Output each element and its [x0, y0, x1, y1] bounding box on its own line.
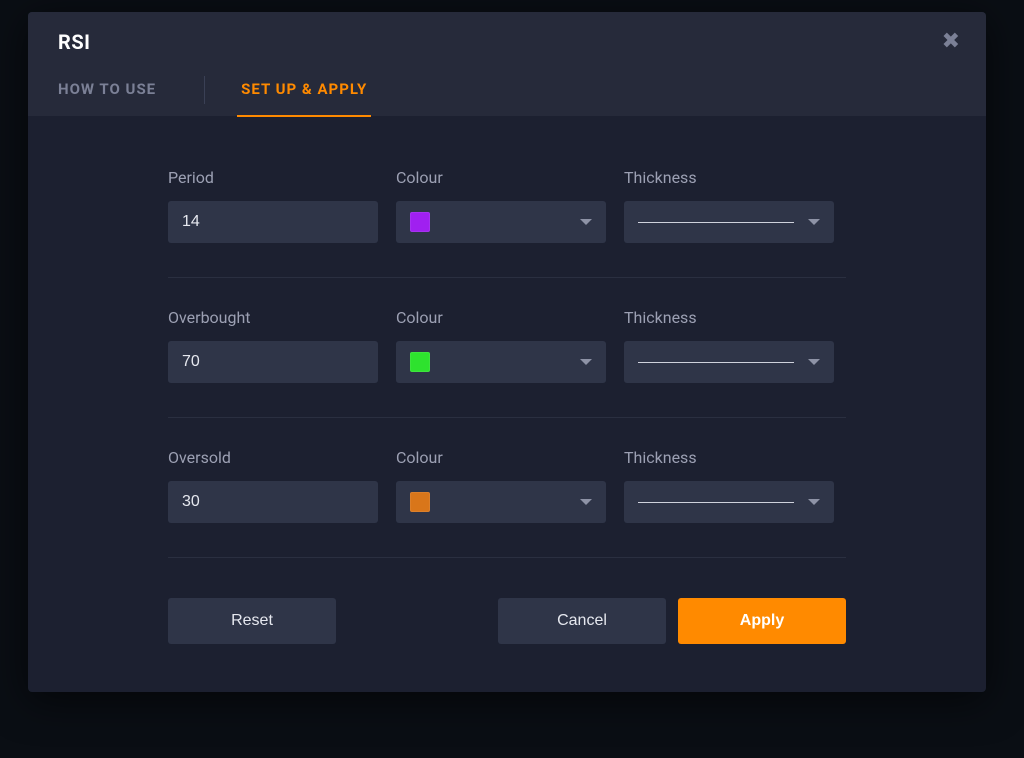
- modal-header: RSI ✖ HOW TO USE SET UP & APPLY: [28, 12, 986, 116]
- thickness-preview-line: [638, 222, 794, 223]
- close-icon[interactable]: ✖: [942, 31, 960, 53]
- footer-buttons: Reset Cancel Apply: [168, 598, 846, 644]
- tab-bar: HOW TO USE SET UP & APPLY: [28, 54, 986, 116]
- tab-how-to-use[interactable]: HOW TO USE: [58, 64, 156, 116]
- overbought-thickness-label: Thickness: [624, 308, 834, 327]
- oversold-thickness-select[interactable]: [624, 481, 834, 523]
- period-input[interactable]: [168, 201, 378, 243]
- rsi-settings-modal: RSI ✖ HOW TO USE SET UP & APPLY Period C…: [28, 12, 986, 692]
- period-thickness-label: Thickness: [624, 168, 834, 187]
- overbought-colour-select[interactable]: [396, 341, 606, 383]
- overbought-input[interactable]: [168, 341, 378, 383]
- tab-set-up-apply[interactable]: SET UP & APPLY: [241, 64, 367, 116]
- divider: [168, 557, 846, 558]
- cancel-button[interactable]: Cancel: [498, 598, 666, 644]
- overbought-colour-swatch: [410, 352, 430, 372]
- overbought-thickness-select[interactable]: [624, 341, 834, 383]
- modal-title: RSI: [58, 30, 90, 54]
- row-oversold: Oversold Colour Thickness: [168, 448, 846, 523]
- divider: [168, 277, 846, 278]
- chevron-down-icon: [808, 219, 820, 225]
- oversold-input[interactable]: [168, 481, 378, 523]
- chevron-down-icon: [808, 359, 820, 365]
- divider: [168, 417, 846, 418]
- thickness-preview-line: [638, 362, 794, 363]
- period-thickness-select[interactable]: [624, 201, 834, 243]
- chevron-down-icon: [580, 499, 592, 505]
- reset-button[interactable]: Reset: [168, 598, 336, 644]
- oversold-thickness-label: Thickness: [624, 448, 834, 467]
- modal-body: Period Colour Thickness: [28, 116, 986, 692]
- chevron-down-icon: [580, 359, 592, 365]
- tab-separator: [204, 76, 205, 104]
- row-period: Period Colour Thickness: [168, 168, 846, 243]
- period-colour-swatch: [410, 212, 430, 232]
- oversold-label: Oversold: [168, 448, 378, 467]
- period-label: Period: [168, 168, 378, 187]
- apply-button[interactable]: Apply: [678, 598, 846, 644]
- oversold-colour-select[interactable]: [396, 481, 606, 523]
- chevron-down-icon: [808, 499, 820, 505]
- row-overbought: Overbought Colour Thickness: [168, 308, 846, 383]
- oversold-colour-swatch: [410, 492, 430, 512]
- chevron-down-icon: [580, 219, 592, 225]
- oversold-colour-label: Colour: [396, 448, 606, 467]
- overbought-label: Overbought: [168, 308, 378, 327]
- overbought-colour-label: Colour: [396, 308, 606, 327]
- thickness-preview-line: [638, 502, 794, 503]
- period-colour-select[interactable]: [396, 201, 606, 243]
- period-colour-label: Colour: [396, 168, 606, 187]
